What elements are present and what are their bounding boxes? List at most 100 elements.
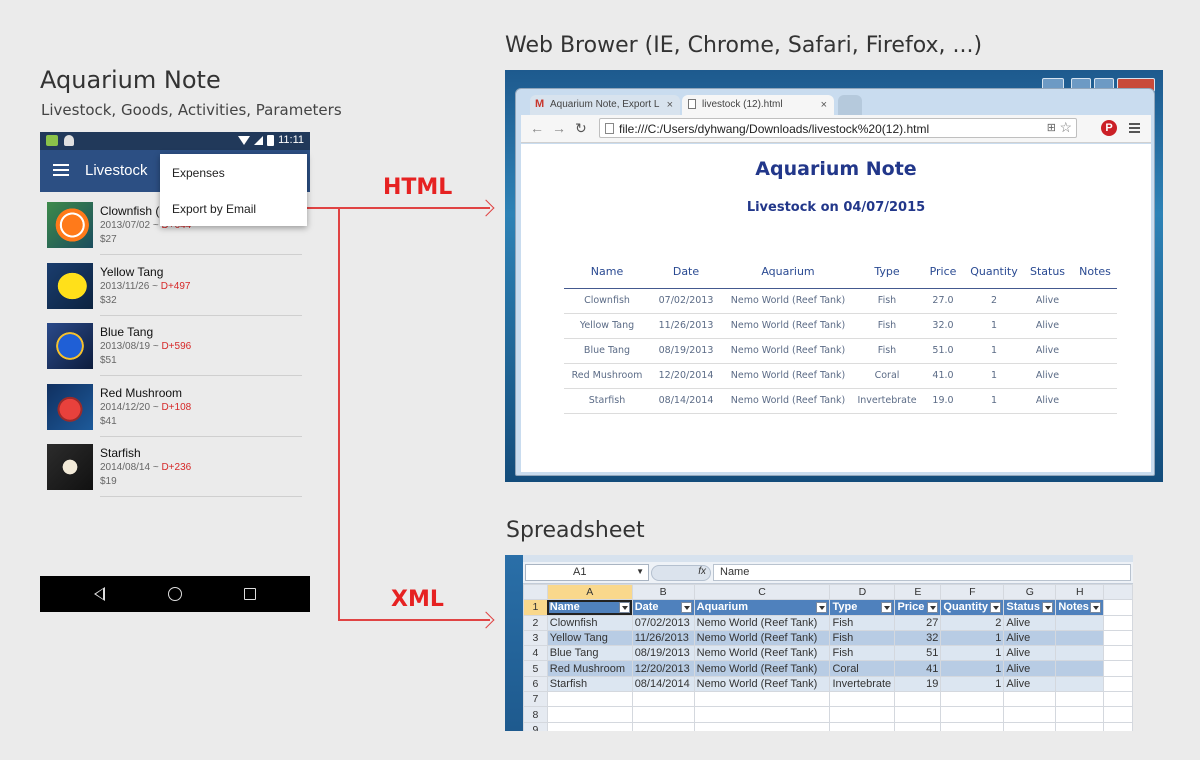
select-all-corner[interactable]: [523, 583, 548, 601]
spreadsheet-cell[interactable]: [1103, 614, 1133, 631]
home-icon[interactable]: [168, 587, 182, 601]
spreadsheet-cell[interactable]: Clownfish: [546, 614, 633, 631]
spreadsheet-cell[interactable]: Nemo World (Reef Tank): [693, 660, 831, 677]
header-cell[interactable]: Type: [829, 599, 896, 616]
forward-arrow-icon[interactable]: →: [552, 120, 566, 136]
spreadsheet-cell[interactable]: 1: [940, 675, 1005, 693]
url-bar[interactable]: file:///C:/Users/dyhwang/Downloads/lives…: [599, 118, 1077, 138]
header-cell[interactable]: Price: [894, 599, 942, 616]
spreadsheet-cell[interactable]: Fish: [829, 645, 896, 662]
spreadsheet-cell[interactable]: 27: [894, 614, 942, 631]
spreadsheet-cell[interactable]: Alive: [1003, 629, 1057, 647]
list-item[interactable]: Yellow Tang 2013/11/26 ~ D+497 $32: [47, 261, 303, 321]
empty-column-header[interactable]: [1103, 583, 1133, 601]
spreadsheet-cell[interactable]: 41: [894, 660, 942, 677]
filter-dropdown-icon[interactable]: [881, 602, 893, 614]
tab-gmail[interactable]: M Aquarium Note, Export L ×: [530, 95, 680, 115]
chevron-down-icon[interactable]: ▼: [636, 567, 644, 576]
spreadsheet-cell[interactable]: 32: [894, 629, 942, 647]
spreadsheet-cell[interactable]: [631, 721, 695, 731]
spreadsheet-cell[interactable]: Red Mushroom: [546, 660, 633, 677]
column-letter[interactable]: C: [693, 583, 831, 601]
spreadsheet-cell[interactable]: 12/20/2013: [631, 660, 695, 677]
spreadsheet-cell[interactable]: Nemo World (Reef Tank): [693, 629, 831, 647]
spreadsheet-cell[interactable]: [1055, 614, 1105, 631]
column-letter[interactable]: B: [631, 583, 695, 601]
function-icon[interactable]: fx: [651, 565, 711, 581]
spreadsheet-cell[interactable]: [1103, 706, 1133, 723]
header-cell[interactable]: Name: [546, 599, 633, 616]
spreadsheet-cell[interactable]: 07/02/2013: [631, 614, 695, 631]
spreadsheet-cell[interactable]: Alive: [1003, 660, 1057, 677]
row-number[interactable]: 1: [523, 599, 548, 616]
spreadsheet-cell[interactable]: [829, 691, 896, 708]
spreadsheet-cell[interactable]: [693, 706, 831, 723]
filter-dropdown-icon[interactable]: [1042, 602, 1054, 614]
spreadsheet-cell[interactable]: [894, 691, 942, 708]
row-number[interactable]: 7: [523, 691, 548, 708]
spreadsheet-cell[interactable]: [1103, 645, 1133, 662]
spreadsheet-cell[interactable]: Nemo World (Reef Tank): [693, 675, 831, 693]
spreadsheet-cell[interactable]: 1: [940, 629, 1005, 647]
row-number[interactable]: 2: [523, 614, 548, 631]
spreadsheet-cell[interactable]: [1103, 629, 1133, 647]
spreadsheet-cell[interactable]: [1055, 675, 1105, 693]
spreadsheet-cell[interactable]: Alive: [1003, 645, 1057, 662]
row-number[interactable]: 6: [523, 675, 548, 693]
spreadsheet-cell[interactable]: 08/14/2014: [631, 675, 695, 693]
spreadsheet-cell[interactable]: 2: [940, 614, 1005, 631]
list-item[interactable]: Blue Tang 2013/08/19 ~ D+596 $51: [47, 321, 303, 381]
spreadsheet-cell[interactable]: [1103, 660, 1133, 677]
spreadsheet-cell[interactable]: [631, 691, 695, 708]
spreadsheet-cell[interactable]: [693, 721, 831, 731]
spreadsheet-cell[interactable]: [940, 721, 1005, 731]
spreadsheet-cell[interactable]: Blue Tang: [546, 645, 633, 662]
spreadsheet-cell[interactable]: Invertebrate: [829, 675, 896, 693]
spreadsheet-cell[interactable]: [829, 721, 896, 731]
spreadsheet-cell[interactable]: Alive: [1003, 675, 1057, 693]
row-number[interactable]: 5: [523, 660, 548, 677]
menu-item-expenses[interactable]: Expenses: [172, 166, 225, 180]
spreadsheet-cell[interactable]: [894, 721, 942, 731]
spreadsheet-cell[interactable]: [1003, 721, 1057, 731]
spreadsheet-cell[interactable]: [1055, 629, 1105, 647]
spreadsheet-cell[interactable]: [546, 706, 633, 723]
spreadsheet-cell[interactable]: 51: [894, 645, 942, 662]
spreadsheet-cell[interactable]: Fish: [829, 614, 896, 631]
back-icon[interactable]: [94, 587, 105, 601]
filter-dropdown-icon[interactable]: [816, 602, 828, 614]
spreadsheet-cell[interactable]: Alive: [1003, 614, 1057, 631]
spreadsheet-cell[interactable]: [1055, 706, 1105, 723]
spreadsheet-cell[interactable]: 1: [940, 645, 1005, 662]
back-arrow-icon[interactable]: ←: [530, 120, 544, 136]
spreadsheet-cell[interactable]: [693, 691, 831, 708]
chrome-menu-icon[interactable]: [1129, 123, 1140, 133]
spreadsheet-cell[interactable]: Fish: [829, 629, 896, 647]
spreadsheet-cell[interactable]: [1003, 706, 1057, 723]
recent-apps-icon[interactable]: [244, 588, 256, 600]
header-cell[interactable]: Aquarium: [693, 599, 831, 616]
pinterest-icon[interactable]: P: [1101, 120, 1117, 136]
tab-close-icon[interactable]: ×: [667, 99, 673, 111]
tab-livestock[interactable]: livestock (12).html ×: [682, 95, 834, 115]
spreadsheet-cell[interactable]: [546, 721, 633, 731]
spreadsheet-cell[interactable]: 19: [894, 675, 942, 693]
column-letter[interactable]: D: [829, 583, 896, 601]
spreadsheet-cell[interactable]: 11/26/2013: [631, 629, 695, 647]
spreadsheet-cell[interactable]: Starfish: [546, 675, 633, 693]
header-cell[interactable]: Notes: [1055, 599, 1105, 616]
spreadsheet-cell[interactable]: 1: [940, 660, 1005, 677]
spreadsheet-cell[interactable]: [546, 691, 633, 708]
column-letter[interactable]: H: [1055, 583, 1105, 601]
row-number[interactable]: 9: [523, 721, 548, 731]
column-letter[interactable]: G: [1003, 583, 1057, 601]
spreadsheet-cell[interactable]: [1055, 660, 1105, 677]
filter-dropdown-icon[interactable]: [1090, 602, 1102, 614]
spreadsheet-cell[interactable]: [1103, 599, 1133, 616]
spreadsheet-cell[interactable]: [940, 691, 1005, 708]
filter-dropdown-icon[interactable]: [680, 602, 692, 614]
row-number[interactable]: 8: [523, 706, 548, 723]
column-letter[interactable]: A: [546, 583, 633, 601]
row-number[interactable]: 4: [523, 645, 548, 662]
menu-item-export-by-email[interactable]: Export by Email: [172, 202, 256, 216]
